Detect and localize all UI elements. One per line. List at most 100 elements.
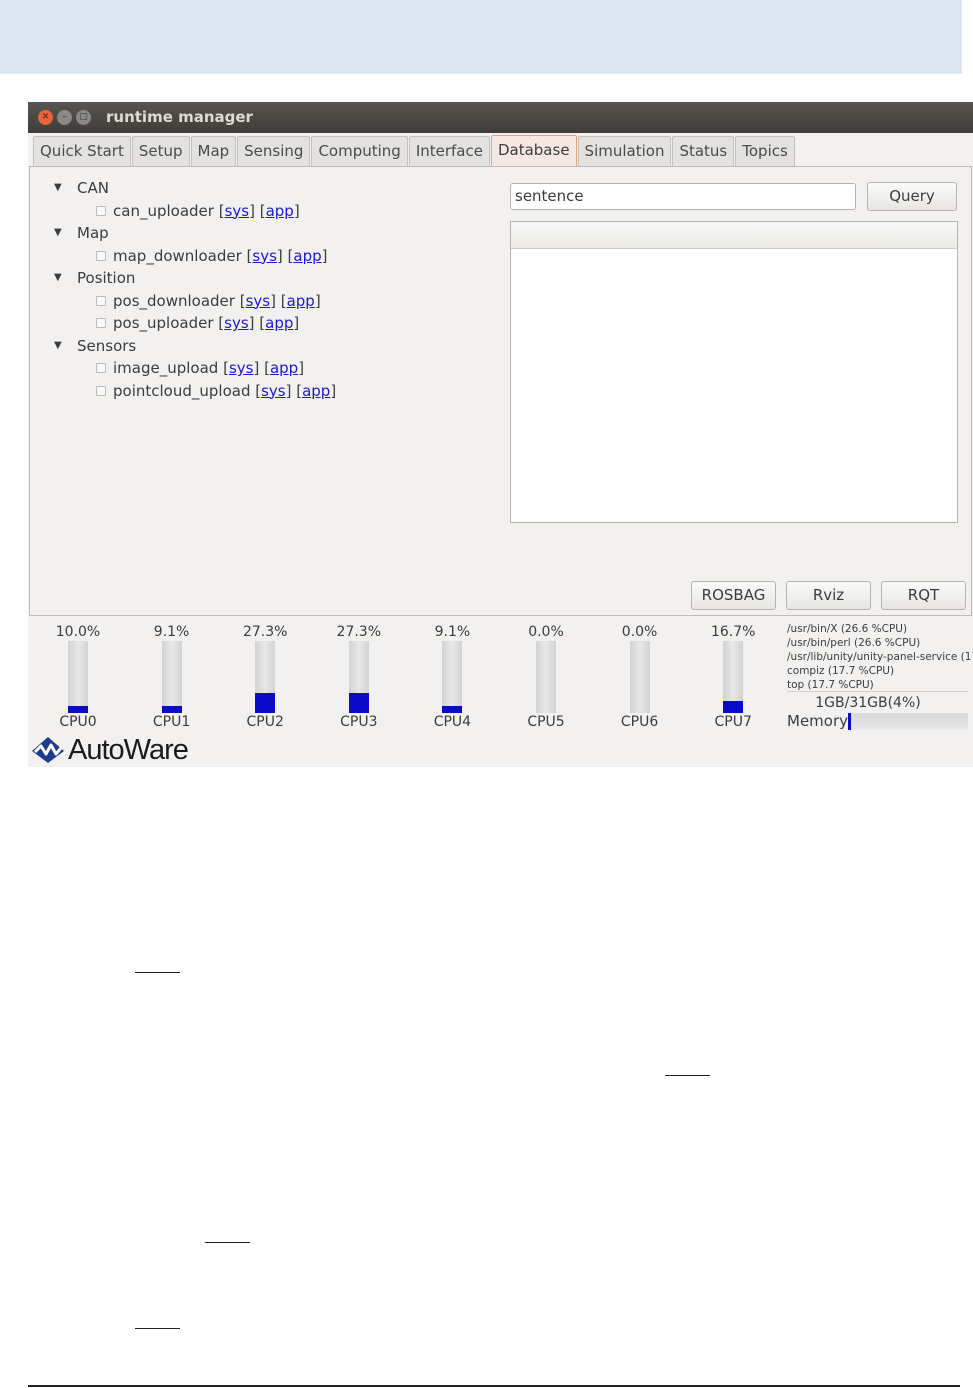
cpu-percent: 9.1%	[434, 624, 471, 640]
app-link[interactable]: app	[265, 314, 293, 332]
tree-item-pointcloud-upload: pointcloud_upload [sys] [app]	[52, 380, 336, 403]
cpu-meter-cpu6: 0.0% CPU6	[610, 623, 670, 731]
node-checkbox[interactable]	[96, 318, 106, 328]
tree-group-can: ▼ CAN can_uploader [sys] [app]	[52, 177, 336, 222]
cpu-label: CPU1	[152, 714, 191, 730]
tree-group-sensors: ▼ Sensors image_upload [sys] [app] pointclo…	[52, 335, 336, 403]
tree-group-header[interactable]: ▼ Position	[52, 267, 336, 290]
tab-status[interactable]: Status	[672, 136, 735, 166]
sys-link[interactable]: sys	[224, 314, 249, 332]
cpu-meter-cpu1: 9.1% CPU1	[142, 623, 202, 731]
node-name: pointcloud_upload	[113, 381, 251, 400]
page-bottom-rule	[28, 1385, 960, 1387]
cpu-usage-bar	[629, 641, 650, 713]
close-icon: ✕	[41, 112, 50, 122]
cpu-label: CPU7	[714, 714, 752, 730]
memory-divider	[787, 691, 968, 692]
process-entry: /usr/lib/unity/unity-panel-service (17	[787, 651, 973, 663]
cpu-percent: 0.0%	[621, 624, 658, 640]
node-checkbox[interactable]	[96, 363, 106, 373]
sys-link[interactable]: sys	[252, 247, 277, 265]
cpu-label: CPU2	[246, 714, 284, 730]
app-link[interactable]: app	[270, 359, 298, 377]
app-link[interactable]: app	[302, 382, 330, 400]
tree-item-can-uploader: can_uploader [sys] [app]	[52, 200, 336, 223]
maximize-window-button[interactable]: ▢	[76, 110, 91, 125]
rosbag-button[interactable]: ROSBAG	[691, 581, 776, 610]
title-bar: ✕ – ▢ runtime manager	[28, 102, 973, 133]
sys-link[interactable]: sys	[229, 359, 254, 377]
cpu-usage-bar	[723, 641, 744, 713]
memory-usage-value: 1GB/31GB(4%)	[815, 695, 921, 711]
autoware-logo: AutoWare	[30, 733, 189, 767]
app-link[interactable]: app	[266, 202, 294, 220]
query-result-list[interactable]	[510, 221, 958, 523]
autoware-logo-text: AutoWare	[68, 733, 189, 766]
autoware-logo-icon	[32, 737, 64, 763]
expand-triangle-icon[interactable]: ▼	[54, 222, 62, 244]
cpu-usage-bar	[348, 641, 369, 713]
tab-quick-start[interactable]: Quick Start	[33, 136, 131, 166]
cpu-label: CPU3	[340, 714, 378, 730]
tab-bar: Quick Start Setup Map Sensing Computing Inter…	[33, 135, 796, 166]
blank-line	[205, 1242, 250, 1243]
tab-interface[interactable]: Interface	[408, 136, 490, 166]
tree-group-header[interactable]: ▼ Map	[52, 222, 336, 245]
sys-link[interactable]: sys	[246, 292, 271, 310]
tab-database[interactable]: Database	[490, 135, 577, 166]
node-checkbox[interactable]	[96, 250, 106, 261]
node-name: pos_uploader	[113, 314, 214, 332]
tree-item-pos-downloader: pos_downloader [sys] [app]	[52, 290, 336, 313]
app-link[interactable]: app	[287, 292, 315, 310]
tab-simulation[interactable]: Simulation	[577, 136, 672, 166]
expand-triangle-icon[interactable]: ▼	[54, 177, 62, 199]
close-window-button[interactable]: ✕	[38, 110, 53, 125]
cpu-usage-fill	[442, 706, 463, 713]
rqt-button[interactable]: RQT	[881, 581, 966, 610]
cpu-meter-cpu5: 0.0% CPU5	[516, 623, 576, 731]
app-link[interactable]: app	[293, 247, 321, 265]
node-checkbox[interactable]	[96, 295, 106, 306]
sys-link[interactable]: sys	[225, 202, 250, 220]
tab-computing[interactable]: Computing	[311, 136, 408, 166]
sys-link[interactable]: sys	[261, 382, 286, 400]
rviz-button[interactable]: Rviz	[786, 581, 871, 610]
tab-map[interactable]: Map	[190, 136, 237, 166]
cpu-percent: 0.0%	[528, 624, 564, 640]
process-entry: compiz (17.7 %CPU)	[787, 665, 895, 677]
page-header-band	[0, 0, 962, 74]
tree-group-header[interactable]: ▼ Sensors	[52, 335, 336, 358]
cpu-percent: 27.3%	[242, 624, 288, 640]
query-sentence-input[interactable]: sentence	[510, 183, 856, 210]
process-entry: /usr/bin/X (26.6 %CPU)	[787, 623, 908, 635]
tree-group-label: Sensors	[77, 336, 137, 355]
cpu-label: CPU6	[620, 714, 659, 730]
expand-triangle-icon[interactable]: ▼	[54, 267, 62, 289]
maximize-icon: ▢	[79, 112, 88, 122]
cpu-meter-cpu7: 16.7% CPU7	[703, 623, 763, 731]
node-checkbox[interactable]	[96, 205, 106, 216]
cpu-percent: 16.7%	[710, 624, 756, 640]
expand-triangle-icon[interactable]: ▼	[54, 335, 62, 357]
minimize-window-button[interactable]: –	[57, 110, 72, 125]
cpu-usage-fill	[255, 693, 276, 713]
tree-group-header[interactable]: ▼ CAN	[52, 177, 336, 200]
node-tree: ▼ CAN can_uploader [sys] [app] ▼ Map map_down…	[52, 177, 336, 402]
node-name: can_uploader	[113, 201, 214, 220]
tab-sensing[interactable]: Sensing	[237, 136, 311, 166]
tab-setup[interactable]: Setup	[131, 136, 190, 166]
node-checkbox[interactable]	[96, 385, 106, 396]
node-name: map_downloader	[113, 246, 242, 265]
node-name: pos_downloader	[113, 291, 235, 310]
tab-topics[interactable]: Topics	[735, 136, 795, 166]
blank-line	[665, 1075, 710, 1076]
cpu-label: CPU4	[433, 714, 472, 730]
query-button[interactable]: Query	[867, 182, 957, 211]
cpu-usage-bar	[536, 641, 556, 713]
cpu-percent: 10.0%	[55, 624, 101, 640]
memory-bar	[848, 713, 968, 730]
cpu-percent: 9.1%	[153, 624, 190, 640]
tree-item-map-downloader: map_downloader [sys] [app]	[52, 245, 336, 268]
cpu-usage-bar	[442, 641, 463, 713]
cpu-meter-cpu4: 9.1% CPU4	[422, 623, 482, 731]
